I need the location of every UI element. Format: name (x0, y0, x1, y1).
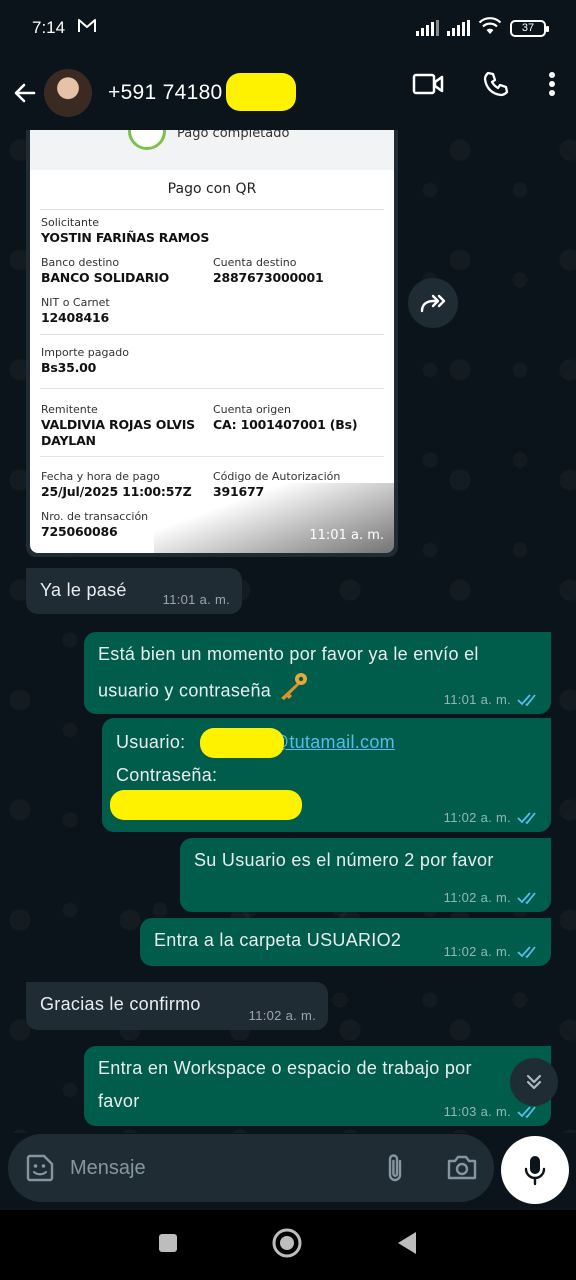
redaction-mark (200, 728, 284, 758)
field-value: DAYLAN (41, 433, 96, 448)
message-time: 11:02 a. m. (443, 810, 511, 825)
email-link[interactable]: @tutamail.com (271, 732, 395, 752)
clock: 7:14 (32, 18, 66, 37)
chat-header: +591 74180 (0, 56, 576, 130)
field-label: Código de Autorización (213, 470, 341, 483)
message-time: 11:01 a. m. (162, 592, 230, 607)
field-label: Solicitante (41, 216, 100, 229)
read-ticks-icon (517, 946, 536, 958)
payment-receipt-image[interactable]: Pago completado Pago con QR Solicitante … (30, 130, 394, 553)
incoming-message[interactable]: Ya le pasé 11:01 a. m. (26, 568, 242, 614)
wifi-icon (478, 16, 502, 40)
field-label: Fecha y hora de pago (41, 470, 160, 483)
field-value: VALDIVIA ROJAS OLVIS (41, 417, 195, 432)
field-label: NIT o Carnet (41, 296, 110, 309)
message-time: 11:03 a. m. (443, 1104, 511, 1119)
avatar[interactable] (44, 69, 92, 117)
message-time: 11:02 a. m. (443, 890, 511, 905)
receipt-status: Pago completado (177, 130, 290, 141)
message-time: 11:01 a. m. (309, 528, 384, 543)
field-value: 12408416 (41, 310, 109, 325)
read-ticks-icon (517, 892, 536, 904)
back-arrow-icon (14, 83, 36, 103)
key-icon (276, 671, 310, 712)
scroll-to-bottom-button[interactable] (510, 1058, 558, 1106)
back-nav-button[interactable] (395, 1230, 419, 1261)
message-time: 11:01 a. m. (443, 692, 511, 707)
outgoing-message[interactable]: Usuario: @tutamail.com Contraseña: 11:02… (102, 718, 551, 832)
contact-name[interactable]: +591 74180 (108, 73, 296, 111)
redaction-mark (226, 73, 296, 111)
read-ticks-icon (517, 1106, 536, 1118)
outgoing-message[interactable]: Su Usuario es el número 2 por favor 11:0… (180, 838, 551, 912)
signal-icon-2 (447, 20, 470, 36)
chat-area[interactable]: Pago completado Pago con QR Solicitante … (0, 130, 576, 1133)
receipt-title: Pago con QR (40, 170, 384, 210)
field-label: Cuenta origen (213, 403, 291, 416)
status-bar: 7:14 37 (0, 0, 576, 56)
field-value: YOSTIN FARIÑAS RAMOS (41, 230, 210, 245)
message-time: 11:02 a. m. (443, 944, 511, 959)
battery-icon: 37 (510, 19, 549, 37)
outgoing-message[interactable]: Entra en Workspace o espacio de trabajo … (84, 1046, 551, 1126)
message-composer: Mensaje (8, 1134, 494, 1202)
read-ticks-icon (517, 812, 536, 824)
gmail-icon (77, 18, 97, 39)
field-label: Importe pagado (41, 346, 129, 359)
video-call-icon[interactable] (412, 72, 444, 101)
field-label: Remitente (41, 403, 98, 416)
home-button[interactable] (271, 1227, 303, 1264)
outgoing-message[interactable]: Entra a la carpeta USUARIO2 11:02 a. m. (140, 918, 551, 966)
outgoing-message[interactable]: Está bien un momento por favor ya le env… (84, 632, 551, 714)
image-message[interactable]: Pago completado Pago con QR Solicitante … (26, 130, 398, 557)
read-ticks-icon (517, 694, 536, 706)
incoming-message[interactable]: Gracias le confirmo 11:02 a. m. (26, 982, 328, 1030)
check-circle-icon (128, 130, 166, 150)
voice-message-button[interactable] (501, 1136, 569, 1204)
field-label: Cuenta destino (213, 256, 297, 269)
field-label: Nro. de transacción (41, 510, 149, 523)
phone-icon[interactable] (482, 70, 510, 103)
field-label: Banco destino (41, 256, 120, 269)
forward-button[interactable] (408, 278, 458, 328)
signal-icon (416, 20, 439, 36)
forward-icon (420, 294, 446, 313)
message-time: 11:02 a. m. (248, 1008, 316, 1023)
more-options-icon[interactable] (548, 71, 556, 102)
field-value: BANCO SOLIDARIO (41, 270, 170, 285)
message-input[interactable]: Mensaje (70, 1157, 146, 1180)
recent-apps-button[interactable] (157, 1232, 179, 1259)
field-value: 2887673000001 (213, 270, 324, 285)
sticker-icon[interactable] (24, 1152, 56, 1184)
back-button[interactable] (8, 73, 42, 113)
system-navigation-bar (0, 1210, 576, 1280)
camera-icon[interactable] (446, 1152, 478, 1187)
attach-icon[interactable] (382, 1152, 408, 1189)
field-value: 725060086 (41, 524, 118, 539)
redaction-mark (110, 790, 302, 820)
microphone-icon (524, 1156, 546, 1186)
double-chevron-down-icon (526, 1074, 542, 1090)
field-value: Bs35.00 (41, 360, 97, 375)
field-value: CA: 1001407001 (Bs) (213, 417, 358, 432)
